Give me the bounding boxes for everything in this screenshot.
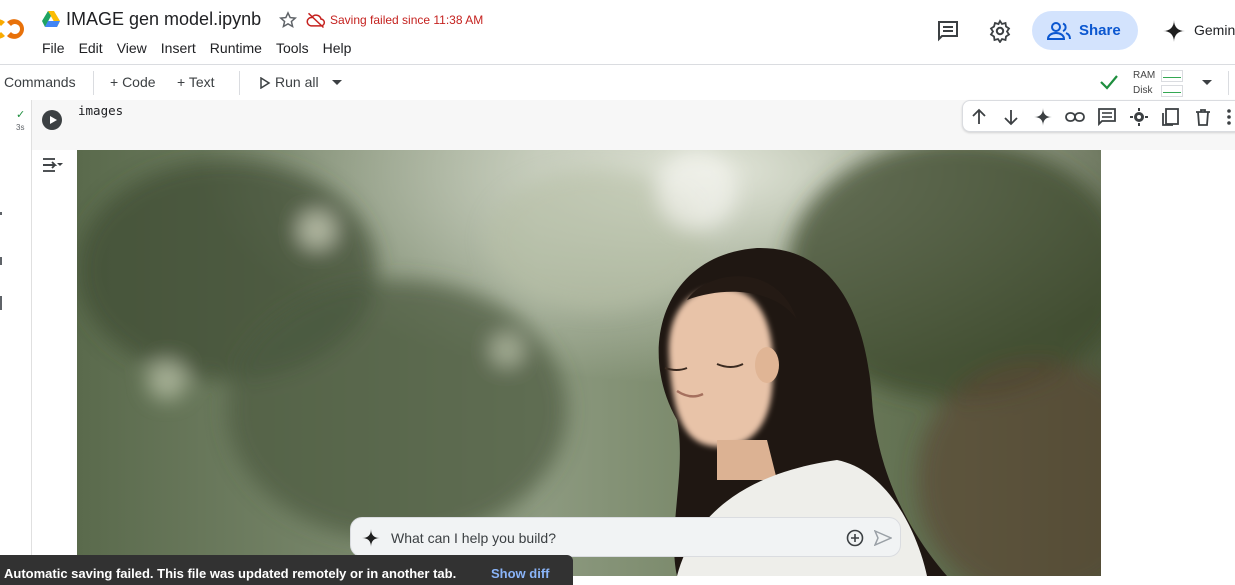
trash-icon[interactable] (1193, 107, 1213, 127)
header: IMAGE gen model.ipynb Saving failed sinc… (0, 0, 1235, 64)
chevron-down-icon[interactable] (331, 79, 343, 87)
add-circle-icon[interactable] (846, 529, 864, 547)
gemini-icon[interactable] (1033, 107, 1053, 127)
resource-labels[interactable]: RAM Disk (1133, 68, 1155, 98)
notebook-title[interactable]: IMAGE gen model.ipynb (66, 9, 261, 30)
output-actions-icon[interactable] (42, 156, 64, 176)
menu-file[interactable]: File (42, 40, 65, 56)
toolbar: Commands + Code + Text Run all RAM Disk (0, 64, 1235, 100)
ram-meter (1161, 70, 1183, 82)
show-diff-button[interactable]: Show diff (491, 566, 550, 581)
arrow-down-icon[interactable] (1001, 107, 1021, 127)
more-icon[interactable] (1225, 107, 1233, 127)
cloud-off-icon[interactable] (306, 11, 326, 29)
toolbar-divider (1228, 71, 1229, 95)
toast-message: Automatic saving failed. This file was u… (4, 566, 457, 581)
link-icon[interactable] (1065, 107, 1085, 127)
run-cell-button[interactable] (42, 110, 62, 130)
menu-help[interactable]: Help (323, 40, 352, 56)
save-error-toast: Automatic saving failed. This file was u… (0, 555, 573, 585)
output-image (77, 150, 1101, 576)
execution-time: 3s (16, 123, 25, 132)
execution-check-icon: ✓ (16, 109, 26, 121)
share-label: Share (1079, 22, 1121, 39)
run-all-button[interactable]: Run all (275, 74, 319, 90)
gear-icon[interactable] (988, 19, 1012, 43)
disk-meter (1161, 85, 1183, 97)
menu-tools[interactable]: Tools (276, 40, 309, 56)
star-icon[interactable] (278, 10, 298, 30)
menu-view[interactable]: View (117, 40, 147, 56)
add-code-button[interactable]: + Code (110, 74, 156, 90)
play-icon (260, 77, 271, 89)
mirror-cell-icon[interactable] (1161, 107, 1181, 127)
add-text-button[interactable]: + Text (177, 74, 215, 90)
colab-logo[interactable] (0, 14, 26, 44)
menu-insert[interactable]: Insert (161, 40, 196, 56)
menu-runtime[interactable]: Runtime (210, 40, 262, 56)
comment-icon[interactable] (936, 19, 960, 43)
toolbar-divider (93, 71, 94, 95)
save-status[interactable]: Saving failed since 11:38 AM (330, 13, 483, 27)
ram-label: RAM (1133, 70, 1156, 81)
toolbar-divider (239, 71, 240, 95)
chevron-down-icon[interactable] (1201, 79, 1213, 87)
arrow-up-icon[interactable] (969, 107, 989, 127)
gemini-icon (362, 529, 380, 547)
send-icon[interactable] (874, 530, 892, 546)
drive-icon[interactable] (42, 11, 60, 27)
cell-toolbar (962, 100, 1235, 132)
connected-check-icon[interactable] (1099, 73, 1119, 91)
commands-button[interactable]: Commands (4, 74, 76, 90)
left-gutter (0, 100, 32, 576)
code-editor[interactable]: images (78, 103, 123, 118)
menu-bar: File Edit View Insert Runtime Tools Help (42, 40, 365, 56)
comment-icon[interactable] (1097, 107, 1117, 127)
menu-edit[interactable]: Edit (79, 40, 103, 56)
gear-icon[interactable] (1129, 107, 1149, 127)
share-button[interactable]: Share (1032, 11, 1138, 50)
ai-prompt-input[interactable] (391, 527, 831, 549)
gemini-label[interactable]: Gemin (1194, 22, 1235, 38)
disk-label: Disk (1133, 85, 1153, 96)
gemini-icon[interactable] (1162, 19, 1186, 43)
ai-prompt-bar (350, 517, 901, 557)
people-icon (1047, 21, 1071, 40)
